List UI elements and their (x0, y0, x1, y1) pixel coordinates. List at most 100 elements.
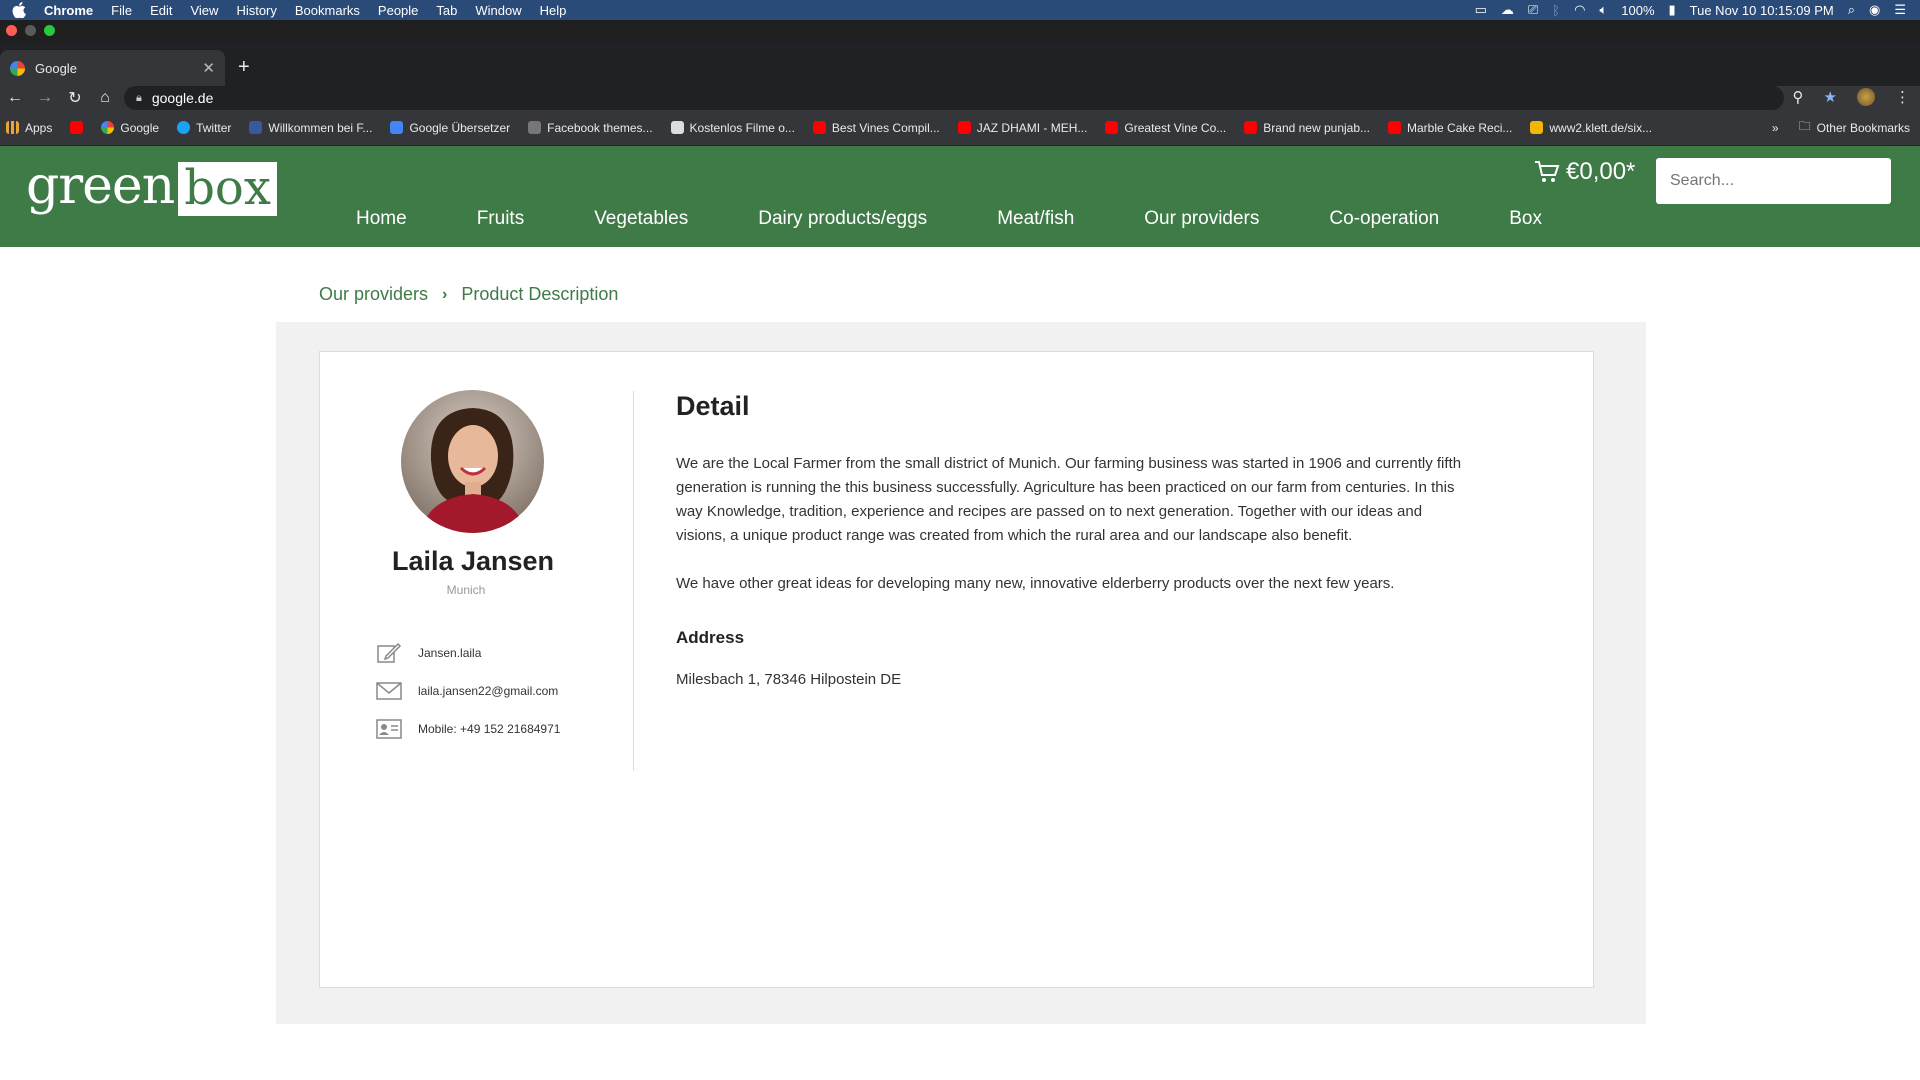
bookmark-marble-cake[interactable]: Marble Cake Reci... (1388, 121, 1512, 135)
browser-menu-icon[interactable]: ⋮ (1895, 88, 1910, 106)
youtube-icon (1388, 121, 1402, 134)
bookmark-best-vines[interactable]: Best Vines Compil... (812, 121, 940, 135)
search-input[interactable] (1670, 172, 1877, 190)
breadcrumb-current[interactable]: Product Description (461, 284, 618, 305)
zoom-window-icon[interactable] (44, 25, 55, 36)
spotlight-icon[interactable]: ⌕ (1848, 2, 1855, 18)
nav-meat-fish[interactable]: Meat/fish (997, 208, 1074, 230)
menubar-app-name[interactable]: Chrome (44, 3, 93, 18)
other-bookmarks-label: Other Bookmarks (1816, 120, 1910, 135)
google-favicon-icon (10, 60, 25, 76)
apple-icon[interactable] (12, 2, 26, 18)
siri-icon[interactable]: ◉ (1869, 2, 1880, 18)
bookmark-label: www2.klett.de/six... (1549, 120, 1653, 135)
search-box (1656, 158, 1891, 204)
address-bar[interactable]: 🔒︎ google.de (124, 86, 1784, 110)
shopping-cart-icon (1535, 161, 1560, 182)
site-header: green box Home Fruits Vegetables Dairy p… (0, 146, 1920, 247)
bookmark-label: Google Übersetzer (409, 120, 511, 135)
bookmark-label: JAZ DHAMI - MEH... (976, 120, 1088, 135)
bookmark-kostenlos-filme[interactable]: Kostenlos Filme o... (670, 120, 795, 135)
menubar-help[interactable]: Help (540, 3, 567, 18)
lock-icon[interactable]: 🔒︎ (136, 92, 142, 105)
volume-icon[interactable]: 🔈︎ (1599, 2, 1607, 18)
detail-description-2: We have other great ideas for developing… (676, 575, 1395, 592)
bookmark-apps[interactable]: Apps (6, 121, 52, 135)
greenbox-logo[interactable]: green box (26, 158, 277, 216)
bookmarks-bar: Apps Google Twitter Willkommen bei F... … (0, 110, 1920, 146)
nav-co-operation[interactable]: Co-operation (1329, 208, 1439, 230)
menubar-edit[interactable]: Edit (150, 3, 172, 18)
provider-profile: Laila Jansen Munich Jansen.laila laila.j… (320, 352, 636, 772)
menubar-file[interactable]: File (111, 3, 132, 18)
menubar-history[interactable]: History (236, 3, 276, 18)
address-url: google.de (151, 90, 214, 106)
email-text[interactable]: laila.jansen22@gmail.com (418, 684, 558, 698)
nav-fruits[interactable]: Fruits (477, 208, 525, 230)
bookmark-translate[interactable]: Google Übersetzer (390, 121, 510, 135)
minimize-window-icon[interactable] (25, 25, 36, 36)
bookmark-brand-new-punjab[interactable]: Brand new punjab... (1244, 121, 1370, 135)
browser-tab[interactable]: Google ✕ (0, 50, 225, 86)
display-icon[interactable]: ▭ (1475, 2, 1487, 18)
menubar-bookmarks[interactable]: Bookmarks (295, 3, 360, 18)
window-titlebar (0, 20, 1920, 42)
battery-percent[interactable]: 100% (1621, 3, 1654, 18)
bookmark-facebook[interactable]: Willkommen bei F... (249, 121, 372, 135)
menubar-window[interactable]: Window (475, 3, 521, 18)
nav-home[interactable]: Home (356, 208, 407, 230)
notification-center-icon[interactable]: ☰ (1894, 2, 1906, 18)
bookmark-google[interactable]: Google (101, 121, 159, 135)
bookmark-star-icon[interactable]: ★ (1824, 88, 1837, 106)
contact-mobile: Mobile: +49 152 21684971 (376, 718, 560, 740)
bookmark-greatest-vine[interactable]: Greatest Vine Co... (1105, 121, 1226, 135)
logo-green-text: green (26, 156, 175, 216)
bookmark-klett[interactable]: www2.klett.de/six... (1530, 121, 1652, 135)
nav-vegetables[interactable]: Vegetables (594, 208, 688, 230)
wifi-icon[interactable]: ◠ (1574, 2, 1585, 18)
menubar-clock[interactable]: Tue Nov 10 10:15:09 PM (1690, 3, 1834, 18)
new-tab-icon[interactable]: + (238, 56, 250, 79)
reload-icon[interactable]: ↻ (60, 88, 90, 108)
airplay-icon[interactable]: ⎚ (1528, 2, 1538, 18)
contact-username: Jansen.laila (376, 642, 481, 664)
menubar-tab[interactable]: Tab (436, 3, 457, 18)
close-window-icon[interactable] (6, 25, 17, 36)
other-bookmarks[interactable]: 🗀︎ Other Bookmarks (1799, 117, 1910, 138)
back-icon[interactable]: ← (0, 89, 30, 107)
provider-card: Laila Jansen Munich Jansen.laila laila.j… (319, 351, 1594, 988)
profile-avatar-icon[interactable] (1857, 88, 1875, 106)
username-text: Jansen.laila (418, 646, 482, 660)
email-icon (376, 682, 402, 700)
nav-dairy-eggs[interactable]: Dairy products/eggs (758, 208, 927, 230)
bookmark-youtube[interactable] (70, 121, 84, 134)
creative-cloud-icon[interactable]: ☁ (1501, 2, 1514, 18)
tab-strip: Google ✕ + (0, 42, 1920, 86)
cart-total: €0,00* (1566, 158, 1636, 185)
menubar-people[interactable]: People (378, 3, 418, 18)
breadcrumb-our-providers[interactable]: Our providers (319, 284, 428, 305)
mobile-text: Mobile: +49 152 21684971 (418, 722, 561, 736)
movie-m-icon (670, 121, 684, 134)
detail-description: We are the Local Farmer from the small d… (676, 455, 1462, 544)
close-tab-icon[interactable]: ✕ (202, 59, 215, 77)
bookmark-jaz-dhami[interactable]: JAZ DHAMI - MEH... (957, 120, 1088, 135)
forward-icon[interactable]: → (30, 89, 60, 107)
contact-email: laila.jansen22@gmail.com (376, 680, 558, 702)
nav-box[interactable]: Box (1509, 208, 1542, 230)
bookmark-label: Apps (25, 120, 53, 135)
menubar-view[interactable]: View (190, 3, 218, 18)
nav-our-providers[interactable]: Our providers (1144, 208, 1259, 230)
bluetooth-icon[interactable]: ᛒ (1552, 3, 1560, 18)
browser-toolbar: ← → ↻ ⌂ 🔒︎ google.de ⚲ ★ ⋮ (0, 86, 1920, 110)
cart-button[interactable]: €0,00* (1534, 158, 1635, 186)
bookmark-label: Kostenlos Filme o... (689, 120, 795, 135)
bookmark-facebook-themes[interactable]: Facebook themes... (528, 121, 653, 135)
breadcrumb: Our providers › Product Description (319, 284, 618, 305)
more-bookmarks-icon[interactable]: » (1772, 121, 1779, 135)
address-title: Address (676, 628, 745, 647)
location-icon[interactable]: ⚲ (1793, 88, 1804, 106)
home-icon[interactable]: ⌂ (90, 89, 120, 107)
bookmark-twitter[interactable]: Twitter (177, 121, 231, 135)
themes-icon (528, 121, 542, 134)
